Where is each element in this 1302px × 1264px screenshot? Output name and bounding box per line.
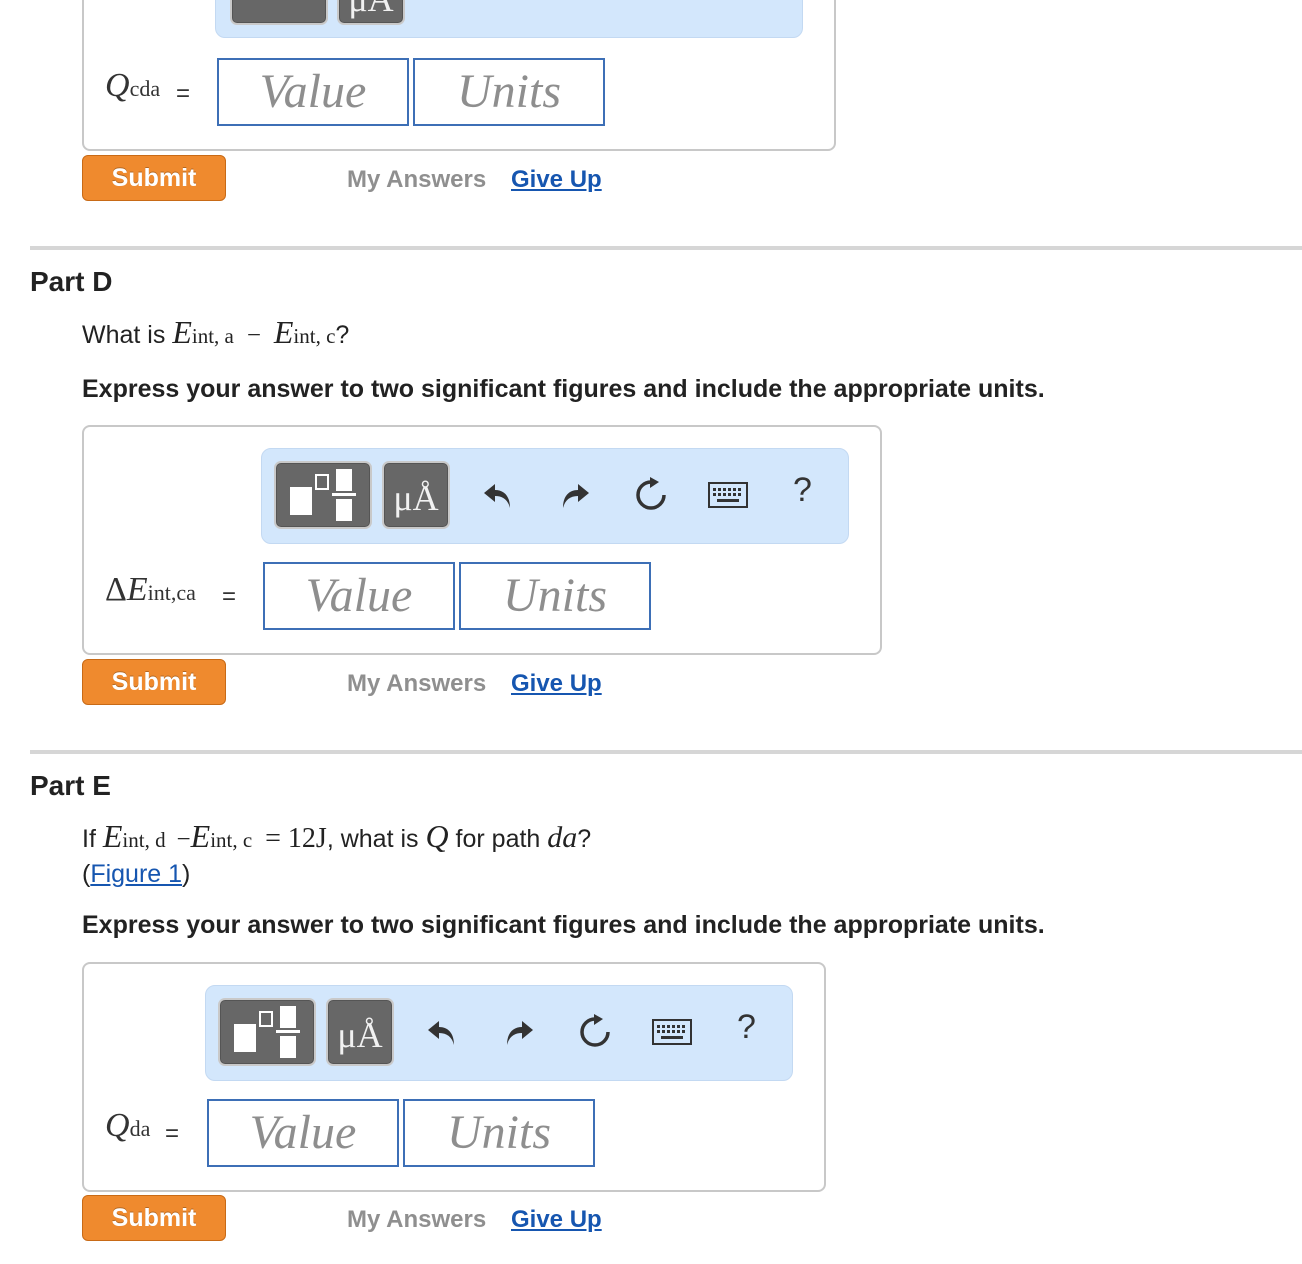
part-e-units-input[interactable]: Units [403,1099,595,1167]
part-e-question: If Eint, d −Eint, c = 12J, what is Q for… [82,818,592,854]
keyboard-icon[interactable] [650,1012,694,1052]
part-d-title: Part D [30,266,113,297]
section-divider [30,246,1302,250]
equals-sign: = [176,80,191,107]
figure-1-link[interactable]: Figure 1 [90,860,182,888]
part-e-toolbar: μÅ ? [205,985,793,1081]
part-d-my-answers-link[interactable]: My Answers [347,670,486,698]
part-e-figure-ref: (Figure 1) [82,860,191,888]
help-icon[interactable]: ? [793,471,812,510]
part-d-answer-label: ΔEint,ca [105,571,196,608]
part-e-my-answers-link[interactable]: My Answers [347,1206,486,1234]
equals-sign: = [165,1120,180,1147]
section-divider [30,750,1302,754]
keyboard-icon[interactable] [706,475,750,515]
templates-button[interactable] [230,0,328,25]
part-d-toolbar: μÅ ? [261,448,849,544]
units-button[interactable]: μÅ [337,0,405,25]
reset-icon[interactable] [631,475,671,515]
part-c-answer-label: Qcda [105,67,161,104]
templates-button[interactable] [218,998,316,1066]
templates-button[interactable] [274,461,372,529]
units-button[interactable]: μÅ [326,998,394,1066]
part-d-give-up-link[interactable]: Give Up [511,670,602,698]
part-e-submit-button[interactable]: Submit [82,1195,226,1241]
part-e-instruction: Express your answer to two significant f… [82,911,1045,939]
part-d-units-input[interactable]: Units [459,562,651,630]
part-e-title: Part E [30,770,111,801]
help-icon[interactable]: ? [737,1008,756,1047]
redo-icon[interactable] [499,1012,539,1052]
part-c-toolbar: μÅ [215,0,803,38]
undo-icon[interactable] [478,475,518,515]
part-d-submit-button[interactable]: Submit [82,659,226,705]
part-c-units-input[interactable]: Units [413,58,605,126]
part-d-value-input[interactable]: Value [263,562,455,630]
reset-icon[interactable] [575,1012,615,1052]
part-c-submit-button[interactable]: Submit [82,155,226,201]
redo-icon[interactable] [555,475,595,515]
part-e-value-input[interactable]: Value [207,1099,399,1167]
part-e-give-up-link[interactable]: Give Up [511,1206,602,1234]
part-c-my-answers-link[interactable]: My Answers [347,166,486,194]
equals-sign: = [222,583,237,610]
part-e-answer-label: Qda [105,1107,151,1144]
part-d-instruction: Express your answer to two significant f… [82,375,1045,403]
part-c-value-input[interactable]: Value [217,58,409,126]
undo-icon[interactable] [422,1012,462,1052]
units-button[interactable]: μÅ [382,461,450,529]
part-c-give-up-link[interactable]: Give Up [511,166,602,194]
part-d-question: What is Eint, a − Eint, c? [82,314,350,350]
